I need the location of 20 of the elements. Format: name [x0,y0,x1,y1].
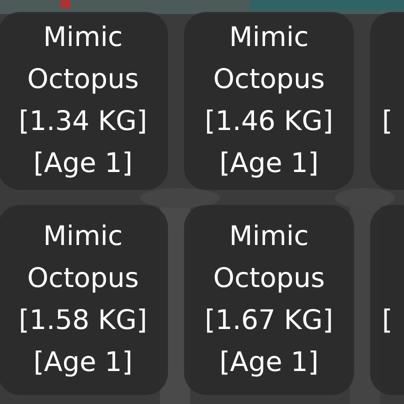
item-name: Mimic Octopus [26,220,140,296]
item-age: [Age 1] [33,147,133,181]
item-card[interactable]: Mimic Octopus [1.34 KG] [Age 1] [0,12,168,190]
item-card[interactable]: Mimic Octopus [1.58 KG] [Age 1] [0,205,168,395]
item-age: [Age 1] [33,346,133,380]
item-card[interactable]: Mimic Octopus [1.46 KG] [Age 1] [184,12,354,190]
item-card[interactable]: [ [370,12,404,190]
item-age: [Age 1] [219,346,319,380]
item-age: [Age 1] [219,147,319,181]
item-name: Mimic Octopus [212,220,326,296]
item-weight: [1.46 KG] [204,105,334,139]
item-name: Mimic Octopus [26,21,140,97]
item-weight: [1.58 KG] [18,304,148,338]
item-weight: [1.34 KG] [18,105,148,139]
item-weight: [1.67 KG] [204,304,334,338]
item-name: Mimic Octopus [212,21,326,97]
item-card[interactable]: Mimic Octopus [1.67 KG] [Age 1] [184,205,354,395]
item-text: [ [382,105,394,139]
item-card[interactable]: [ [370,205,404,395]
item-text: [ [382,304,394,338]
